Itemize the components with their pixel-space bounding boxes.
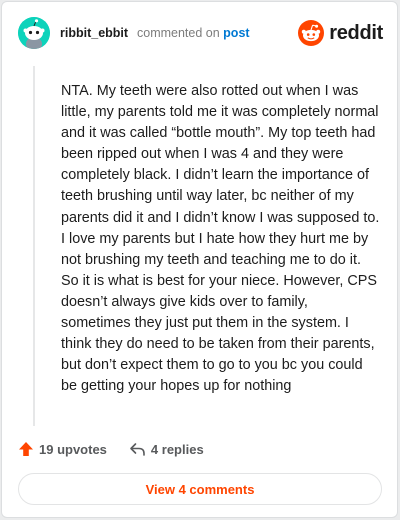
replies-button[interactable]: 4 replies [129, 441, 204, 457]
comment-meta: commented on post [137, 26, 250, 40]
user-avatar[interactable] [18, 17, 50, 49]
reply-arrow-icon [130, 443, 145, 456]
thread-line[interactable] [33, 66, 35, 426]
upvote-arrow-icon [19, 442, 33, 456]
reddit-wordmark: reddit [329, 21, 383, 44]
upvote-button[interactable]: 19 upvotes [18, 441, 107, 457]
reply-count: 4 replies [150, 441, 204, 457]
reddit-logo-icon [298, 20, 325, 46]
upvote-count: 19 upvotes [39, 441, 107, 457]
post-link[interactable]: post [223, 26, 249, 40]
comment-header: ribbit_ebbit commented on post reddit [2, 2, 397, 64]
comment-author[interactable]: ribbit_ebbit [60, 26, 128, 40]
reddit-brand: reddit [298, 20, 383, 46]
comment-body: NTA. My teeth were also rotted out when … [61, 83, 380, 395]
comment-actions: 19 upvotes 4 replies [18, 438, 204, 460]
comment-card: ribbit_ebbit commented on post reddit NT… [1, 1, 398, 518]
commented-on-text: commented on [137, 26, 220, 40]
view-comments-button[interactable]: View 4 comments [18, 473, 382, 505]
snoo-avatar-icon [18, 17, 50, 49]
